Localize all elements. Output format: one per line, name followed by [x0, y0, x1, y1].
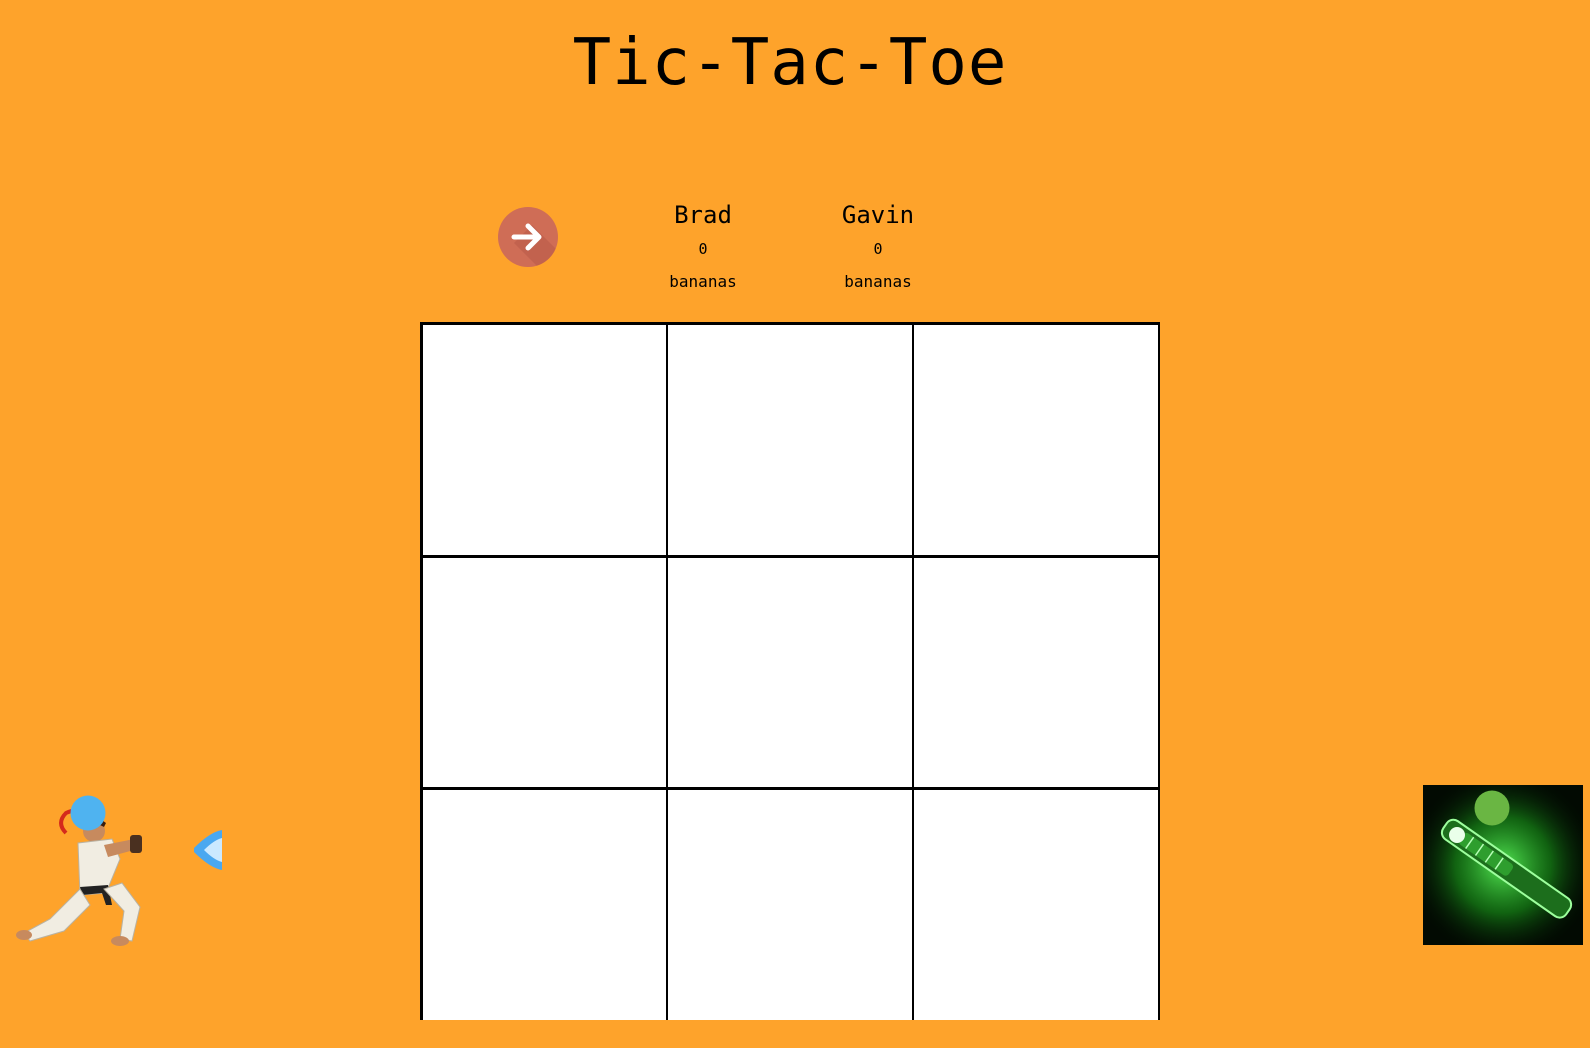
player-1-score: 0 [698, 240, 708, 258]
player-1-scoreboard: Brad 0 bananas [633, 198, 773, 291]
page-title: Tic-Tac-Toe [572, 26, 1008, 100]
board-cell-4[interactable] [423, 558, 666, 787]
player-1-score-unit: bananas [669, 272, 737, 291]
laser-pointer-icon [1423, 785, 1583, 945]
player-2-avatar-area [1423, 785, 1583, 945]
player-2-name: Gavin [841, 201, 915, 229]
board-cell-1[interactable] [423, 325, 666, 555]
board-cell-7[interactable] [423, 790, 666, 1020]
arrow-right-icon [511, 223, 556, 267]
board-cell-2[interactable] [668, 325, 912, 555]
player-1-name: Brad [674, 201, 732, 229]
board-cell-6[interactable] [914, 558, 1158, 787]
board-cell-9[interactable] [914, 790, 1158, 1020]
player-2-score: 0 [873, 240, 883, 258]
fighter-sprite-icon [16, 795, 222, 946]
board-cell-8[interactable] [668, 790, 912, 1020]
game-board [420, 322, 1160, 1020]
player-2-scoreboard: Gavin 0 bananas [808, 198, 948, 291]
board-cell-5[interactable] [668, 558, 912, 787]
player-1-avatar-area [8, 785, 228, 950]
player-2-score-unit: bananas [844, 272, 912, 291]
next-turn-button[interactable] [498, 207, 558, 267]
board-cell-3[interactable] [914, 325, 1158, 555]
